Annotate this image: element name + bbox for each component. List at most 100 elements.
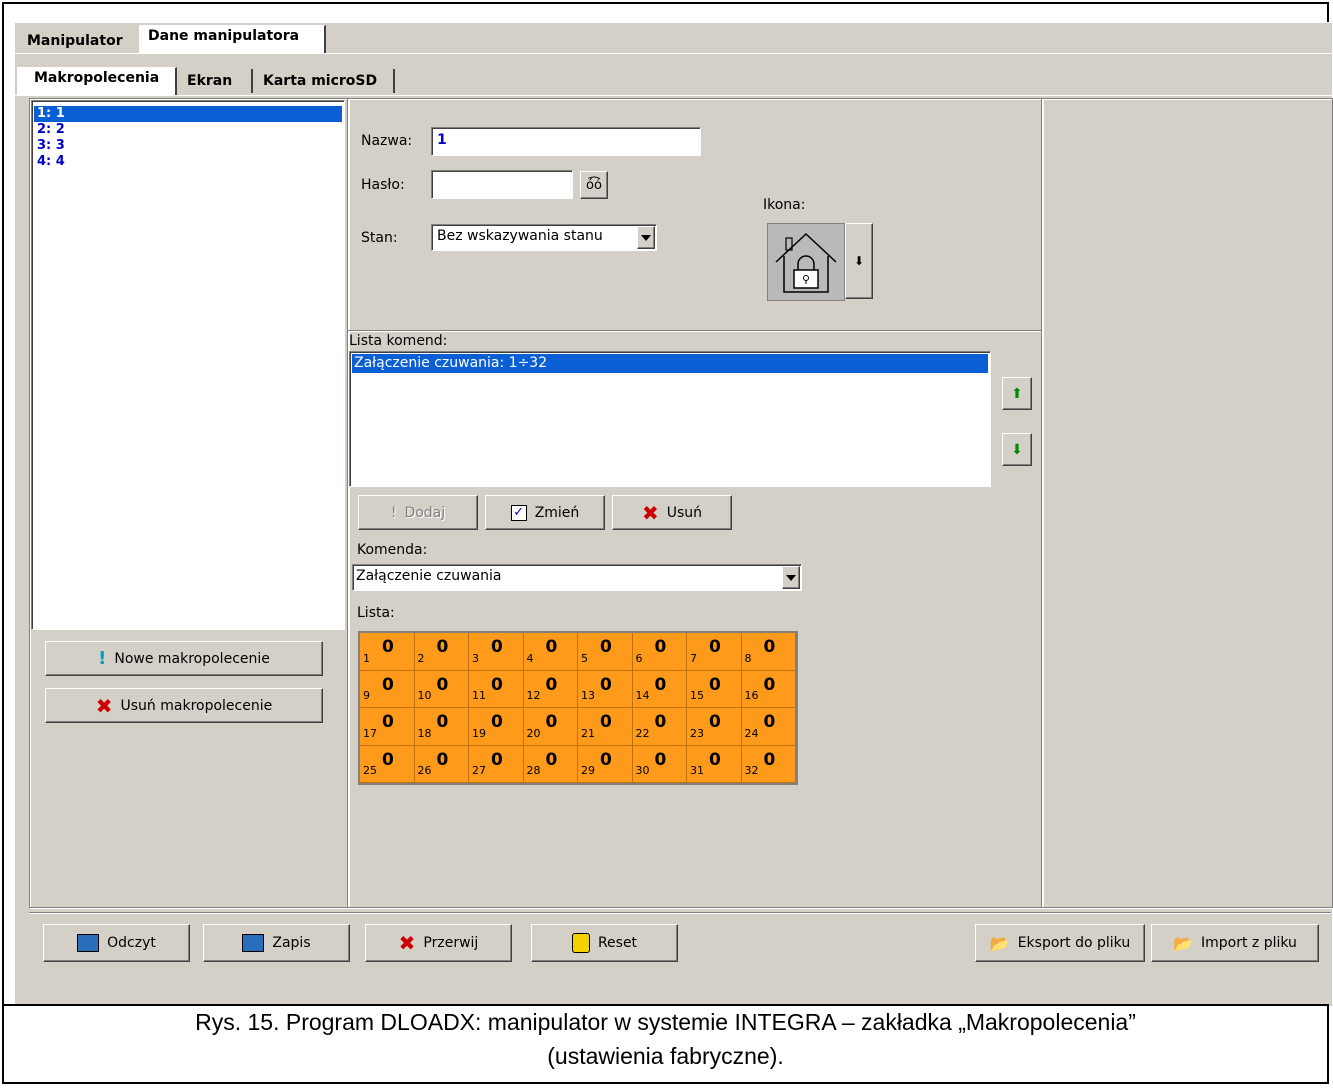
list-item[interactable]: 1: 1	[34, 106, 342, 122]
zone-cell[interactable]: 27 0	[469, 745, 524, 783]
zone-value: 0	[654, 749, 667, 770]
zone-value: 0	[709, 712, 721, 732]
import-button[interactable]: 📂 Import z pliku	[1151, 924, 1319, 962]
password-label: Hasło:	[361, 177, 405, 193]
tab-ekran[interactable]: Ekran	[187, 71, 251, 93]
red-x-icon: ✖	[95, 693, 113, 718]
zone-cell[interactable]: 21 0	[578, 708, 633, 746]
move-up-button[interactable]: ⬆	[1002, 377, 1032, 410]
zone-cell[interactable]: 50	[578, 633, 633, 671]
add-command-button[interactable]: ! Dodaj	[358, 495, 478, 530]
zone-cell[interactable]: 19 0	[469, 708, 524, 746]
zone-cell[interactable]: 10 0	[414, 670, 469, 708]
zone-cell[interactable]: 24 0	[741, 708, 796, 746]
new-macro-button[interactable]: ! Nowe makropolecenie	[45, 641, 323, 676]
list-item[interactable]: 3: 3	[34, 138, 342, 154]
move-down-button[interactable]: ⬇	[1002, 433, 1032, 466]
state-select[interactable]: Bez wskazywania stanu	[431, 224, 657, 251]
remove-macro-button[interactable]: ✖ Usuń makropolecenie	[45, 688, 323, 723]
change-command-label: Zmień	[534, 504, 580, 521]
stop-button[interactable]: ✖ Przerwij	[365, 924, 512, 962]
zone-cell[interactable]: 40	[523, 633, 578, 671]
tab-manipulator[interactable]: Manipulator	[19, 31, 139, 53]
write-label: Zapis	[272, 935, 311, 951]
tab-separator	[393, 69, 395, 93]
red-x-icon: ✖	[641, 500, 659, 525]
red-x-icon: ✖	[398, 931, 416, 955]
zone-number: 11	[472, 689, 486, 702]
tab-makropolecenia[interactable]: Makropolecenia	[17, 67, 177, 95]
zone-value: 0	[382, 637, 394, 657]
arrow-down-icon: ⬇	[853, 254, 865, 268]
house-lock-icon[interactable]	[767, 223, 845, 301]
zone-cell[interactable]: 90	[360, 670, 415, 708]
zone-cell[interactable]: 15 0	[687, 670, 742, 708]
icon-dropdown-button[interactable]: ⬇	[845, 223, 873, 299]
zone-cell[interactable]: 11 0	[469, 670, 524, 708]
zone-cell[interactable]: 17 0	[360, 708, 415, 746]
list-item[interactable]: 2: 2	[34, 122, 342, 138]
zone-cell[interactable]: 32 0	[741, 745, 796, 783]
change-command-button[interactable]: ✓ Zmień	[485, 495, 605, 530]
zone-value: 0	[545, 637, 558, 657]
export-label: Eksport do pliku	[1017, 935, 1131, 951]
zone-cell[interactable]: 26 0	[414, 745, 469, 783]
zone-cell[interactable]: 13 0	[578, 670, 633, 708]
zone-value: 0	[545, 674, 558, 695]
zone-cell[interactable]: 16 0	[741, 670, 796, 708]
zone-cell[interactable]: 23 0	[687, 708, 742, 746]
zone-number: 25	[363, 764, 377, 777]
zone-number: 17	[363, 726, 377, 740]
zone-number: 14	[635, 689, 650, 702]
macro-list[interactable]: 1: 1 2: 2 3: 3 4: 4	[31, 100, 345, 630]
zone-value: 0	[545, 749, 558, 770]
tab-karta-microsd[interactable]: Karta microSD	[263, 71, 399, 93]
command-select[interactable]: Załączenie czuwania	[352, 564, 802, 591]
show-password-button[interactable]: ó͡ó	[580, 171, 608, 199]
command-dropdown-arrow[interactable]	[782, 566, 800, 589]
arrow-down-icon: ⬇	[1011, 441, 1023, 458]
chevron-down-icon	[786, 574, 796, 581]
name-field[interactable]: 1	[431, 127, 701, 156]
commands-list[interactable]: Załączenie czuwania: 1÷32	[349, 351, 991, 487]
caption-line-2: (ustawienia fabryczne).	[547, 1043, 784, 1069]
zone-cell[interactable]: 31 0	[687, 745, 742, 783]
zone-cell[interactable]: 20	[414, 633, 469, 671]
reset-button[interactable]: Reset	[531, 924, 678, 962]
read-label: Odczyt	[107, 935, 156, 951]
chevron-down-icon	[641, 234, 651, 241]
zone-cell[interactable]: 28 0	[523, 745, 578, 783]
zone-value: 0	[709, 674, 721, 695]
zone-cell[interactable]: 12 0	[523, 670, 578, 708]
zone-cell[interactable]: 80	[741, 633, 796, 671]
zone-cell[interactable]: 70	[687, 633, 742, 671]
read-button[interactable]: Odczyt	[43, 924, 190, 962]
zone-cell[interactable]: 10	[360, 633, 415, 671]
zone-number: 28	[526, 764, 541, 777]
zone-cell[interactable]: 22 0	[632, 708, 687, 746]
app-window: Manipulator Dane manipulatora Makropolec…	[14, 22, 1333, 1006]
list-item[interactable]: 4: 4	[34, 154, 342, 170]
list-item[interactable]: Załączenie czuwania: 1÷32	[352, 354, 988, 373]
zone-number: 27	[472, 764, 486, 777]
zone-grid[interactable]: 1 0 2 0 3 0 4 0 5 0 6 0 7 0 8 0 9 0 10 0 11 0 12 0 13 0 14 0 15 0 16 0 1…	[358, 631, 798, 785]
state-dropdown-arrow[interactable]	[637, 226, 655, 249]
password-field[interactable]	[431, 170, 573, 199]
zone-number: 8	[744, 651, 752, 665]
zone-cell[interactable]: 30 0	[632, 745, 687, 783]
export-button[interactable]: 📂 Eksport do pliku	[975, 924, 1145, 962]
tab-dane-manipulatora[interactable]: Dane manipulatora	[139, 25, 326, 54]
zone-cell[interactable]: 29 0	[578, 745, 633, 783]
write-button[interactable]: Zapis	[203, 924, 350, 962]
zone-cell[interactable]: 60	[632, 633, 687, 671]
delete-command-button[interactable]: ✖ Usuń	[612, 495, 732, 530]
stop-label: Przerwij	[423, 935, 479, 951]
zone-number: 24	[744, 726, 759, 740]
zone-cell[interactable]: 20 0	[523, 708, 578, 746]
zone-number: 26	[417, 764, 432, 777]
zone-cell[interactable]: 25 0	[360, 745, 415, 783]
zone-cell[interactable]: 14 0	[632, 670, 687, 708]
zone-cell[interactable]: 30	[469, 633, 524, 671]
zone-cell[interactable]: 18 0	[414, 708, 469, 746]
zone-number: 15	[690, 689, 704, 702]
